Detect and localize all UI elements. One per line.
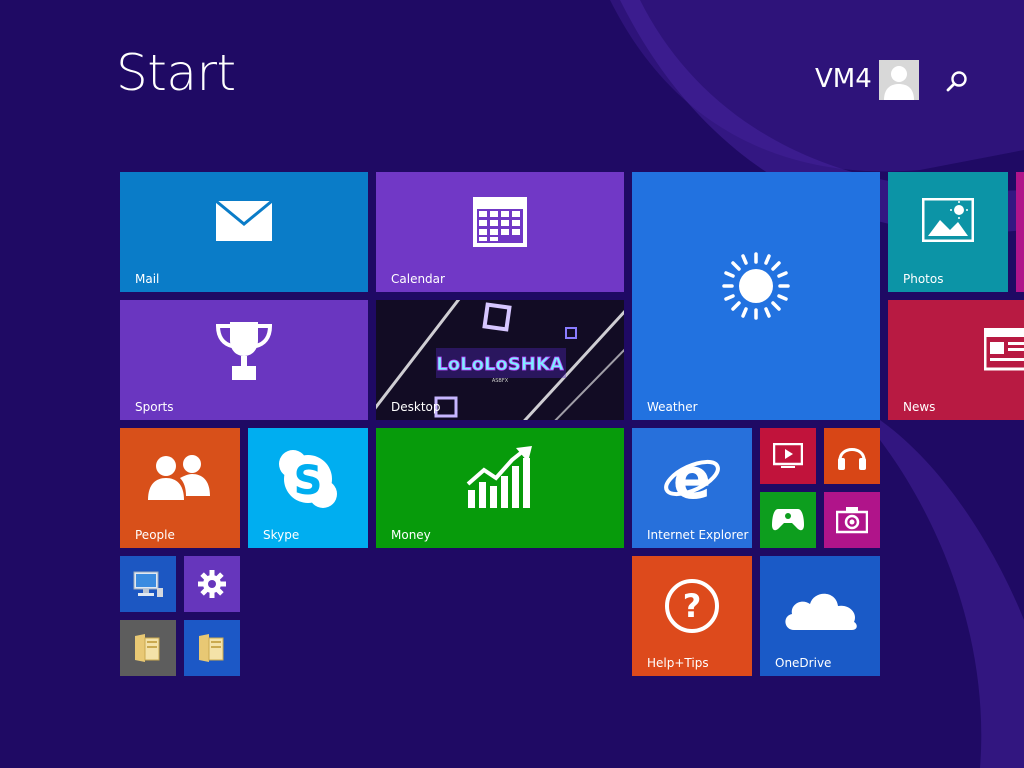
- tile-file-explorer-1[interactable]: [120, 620, 176, 676]
- people-icon: [148, 455, 210, 500]
- tile-partial-top-right[interactable]: [1016, 172, 1024, 292]
- svg-text:S: S: [294, 458, 323, 504]
- folder-icon: [199, 634, 224, 662]
- question-icon: ?: [665, 579, 719, 633]
- tile-label: Weather: [647, 400, 698, 414]
- tile-label: Calendar: [391, 272, 445, 286]
- ie-icon: e: [664, 448, 720, 508]
- tile-label: Photos: [903, 272, 944, 286]
- tile-skype[interactable]: S Skype: [248, 428, 368, 548]
- controller-icon: [772, 509, 804, 531]
- tile-label: OneDrive: [775, 656, 832, 670]
- user-silhouette-icon: [884, 66, 914, 100]
- photos-icon: [922, 198, 974, 242]
- tile-video[interactable]: [760, 428, 816, 484]
- svg-text:?: ?: [683, 587, 702, 625]
- tile-news[interactable]: News: [888, 300, 1024, 420]
- tile-label: Mail: [135, 272, 160, 286]
- tile-people[interactable]: People: [120, 428, 240, 548]
- wallpaper-title: LoLoLoSHKA: [436, 354, 563, 375]
- tile-camera[interactable]: [824, 492, 880, 548]
- folder-icon: [135, 634, 160, 662]
- tile-sports[interactable]: Sports: [120, 300, 368, 420]
- calendar-icon: [473, 197, 527, 247]
- chart-icon: [466, 446, 532, 508]
- tile-label: News: [903, 400, 936, 414]
- video-icon: [773, 443, 803, 468]
- sun-icon: [722, 252, 790, 320]
- tile-weather[interactable]: Weather: [632, 172, 880, 420]
- tile-photos[interactable]: Photos: [888, 172, 1008, 292]
- gear-icon: [198, 570, 226, 598]
- search-button[interactable]: [943, 68, 971, 96]
- mail-icon: [215, 200, 273, 241]
- tile-label: Help+Tips: [647, 656, 709, 670]
- tile-label: Desktop: [391, 400, 441, 414]
- start-screen: Start VM4 Mail Calendar Sports LoLoLoSHK…: [0, 0, 1024, 768]
- tile-music[interactable]: [824, 428, 880, 484]
- tile-label: Internet Explorer: [647, 528, 749, 542]
- trophy-icon: [215, 322, 273, 380]
- tile-label: People: [135, 528, 175, 542]
- tile-calendar[interactable]: Calendar: [376, 172, 624, 292]
- tile-file-explorer-2[interactable]: [184, 620, 240, 676]
- tile-money[interactable]: Money: [376, 428, 624, 548]
- avatar[interactable]: [879, 60, 919, 100]
- newspaper-icon: [984, 328, 1024, 371]
- search-icon: [946, 71, 967, 92]
- page-title: Start: [116, 44, 236, 102]
- wallpaper-subtitle: ASBFX: [492, 378, 509, 384]
- cloud-icon: [785, 593, 857, 630]
- tile-computer[interactable]: [120, 556, 176, 612]
- skype-icon: S: [279, 450, 337, 508]
- tile-internet-explorer[interactable]: e Internet Explorer: [632, 428, 752, 548]
- tile-mail[interactable]: Mail: [120, 172, 368, 292]
- user-name[interactable]: VM4: [815, 66, 872, 92]
- camera-icon: [836, 507, 868, 534]
- tile-desktop[interactable]: LoLoLoSHKA ASBFX Desktop: [376, 300, 624, 420]
- computer-icon: [133, 571, 163, 597]
- tile-label: Sports: [135, 400, 174, 414]
- svg-text:e: e: [673, 448, 711, 508]
- tile-onedrive[interactable]: OneDrive: [760, 556, 880, 676]
- tile-help-tips[interactable]: ? Help+Tips: [632, 556, 752, 676]
- tile-label: Skype: [263, 528, 300, 542]
- tile-label: Money: [391, 528, 431, 542]
- tile-settings[interactable]: [184, 556, 240, 612]
- tile-games[interactable]: [760, 492, 816, 548]
- headphones-icon: [838, 448, 866, 470]
